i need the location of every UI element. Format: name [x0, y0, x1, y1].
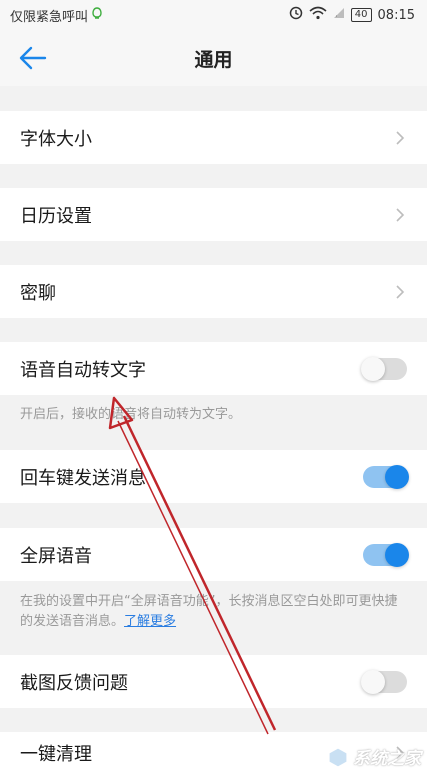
alarm-icon	[289, 6, 303, 24]
toggle-knob	[385, 542, 409, 567]
battery-icon: 40	[350, 8, 372, 22]
enter-to-send-toggle[interactable]	[363, 464, 409, 489]
toggle-knob	[361, 356, 385, 381]
calendar-settings-label: 日历设置	[20, 205, 92, 227]
calendar-settings-item[interactable]: 日历设置	[0, 188, 427, 241]
toggle-knob	[385, 464, 409, 489]
watermark-text: 系统之家	[353, 749, 421, 769]
screenshot-feedback-label: 截图反馈问题	[20, 672, 128, 694]
watermark: 系统之家	[327, 744, 421, 769]
learn-more-link[interactable]: 了解更多	[124, 614, 176, 629]
voice-to-text-toggle[interactable]	[361, 356, 407, 381]
signal-icon	[333, 7, 345, 23]
watermark-logo-icon	[328, 746, 348, 768]
voice-to-text-hint: 开启后，接收的语音将自动转为文字。	[20, 407, 242, 422]
screenshot-feedback-toggle[interactable]	[361, 669, 407, 694]
page-title: 通用	[194, 48, 233, 71]
status-bar: 仅限紧急呼叫 40 08:15	[0, 0, 427, 30]
wifi-icon	[309, 6, 327, 24]
hotspot-icon	[91, 6, 103, 24]
chevron-right-icon	[396, 284, 405, 299]
fullscreen-voice-hint-text: 在我的设置中开启“全屏语音功能”，长按消息区空白处即可更快捷的发送语音消息。	[20, 594, 398, 629]
chevron-right-icon	[396, 130, 405, 145]
page-header: 通用	[0, 30, 427, 86]
status-time: 08:15	[377, 7, 415, 23]
secret-chat-item[interactable]: 密聊	[0, 265, 427, 318]
fullscreen-voice-hint: 在我的设置中开启“全屏语音功能”，长按消息区空白处即可更快捷的发送语音消息。了解…	[0, 592, 427, 632]
voice-to-text-label: 语音自动转文字	[20, 359, 146, 381]
enter-to-send-label: 回车键发送消息	[20, 467, 146, 489]
fullscreen-voice-label: 全屏语音	[20, 545, 92, 567]
carrier-text: 仅限紧急呼叫	[10, 9, 89, 25]
screenshot-feedback-item: 截图反馈问题	[0, 655, 427, 708]
fullscreen-voice-toggle[interactable]	[363, 542, 409, 567]
font-size-label: 字体大小	[20, 128, 92, 150]
secret-chat-label: 密聊	[20, 282, 56, 304]
back-arrow-icon[interactable]	[18, 44, 48, 72]
font-size-item[interactable]: 字体大小	[0, 111, 427, 164]
enter-to-send-item: 回车键发送消息	[0, 450, 427, 503]
fullscreen-voice-item: 全屏语音	[0, 528, 427, 581]
voice-to-text-item: 语音自动转文字	[0, 342, 427, 395]
chevron-right-icon	[396, 207, 405, 222]
toggle-knob	[361, 669, 385, 694]
